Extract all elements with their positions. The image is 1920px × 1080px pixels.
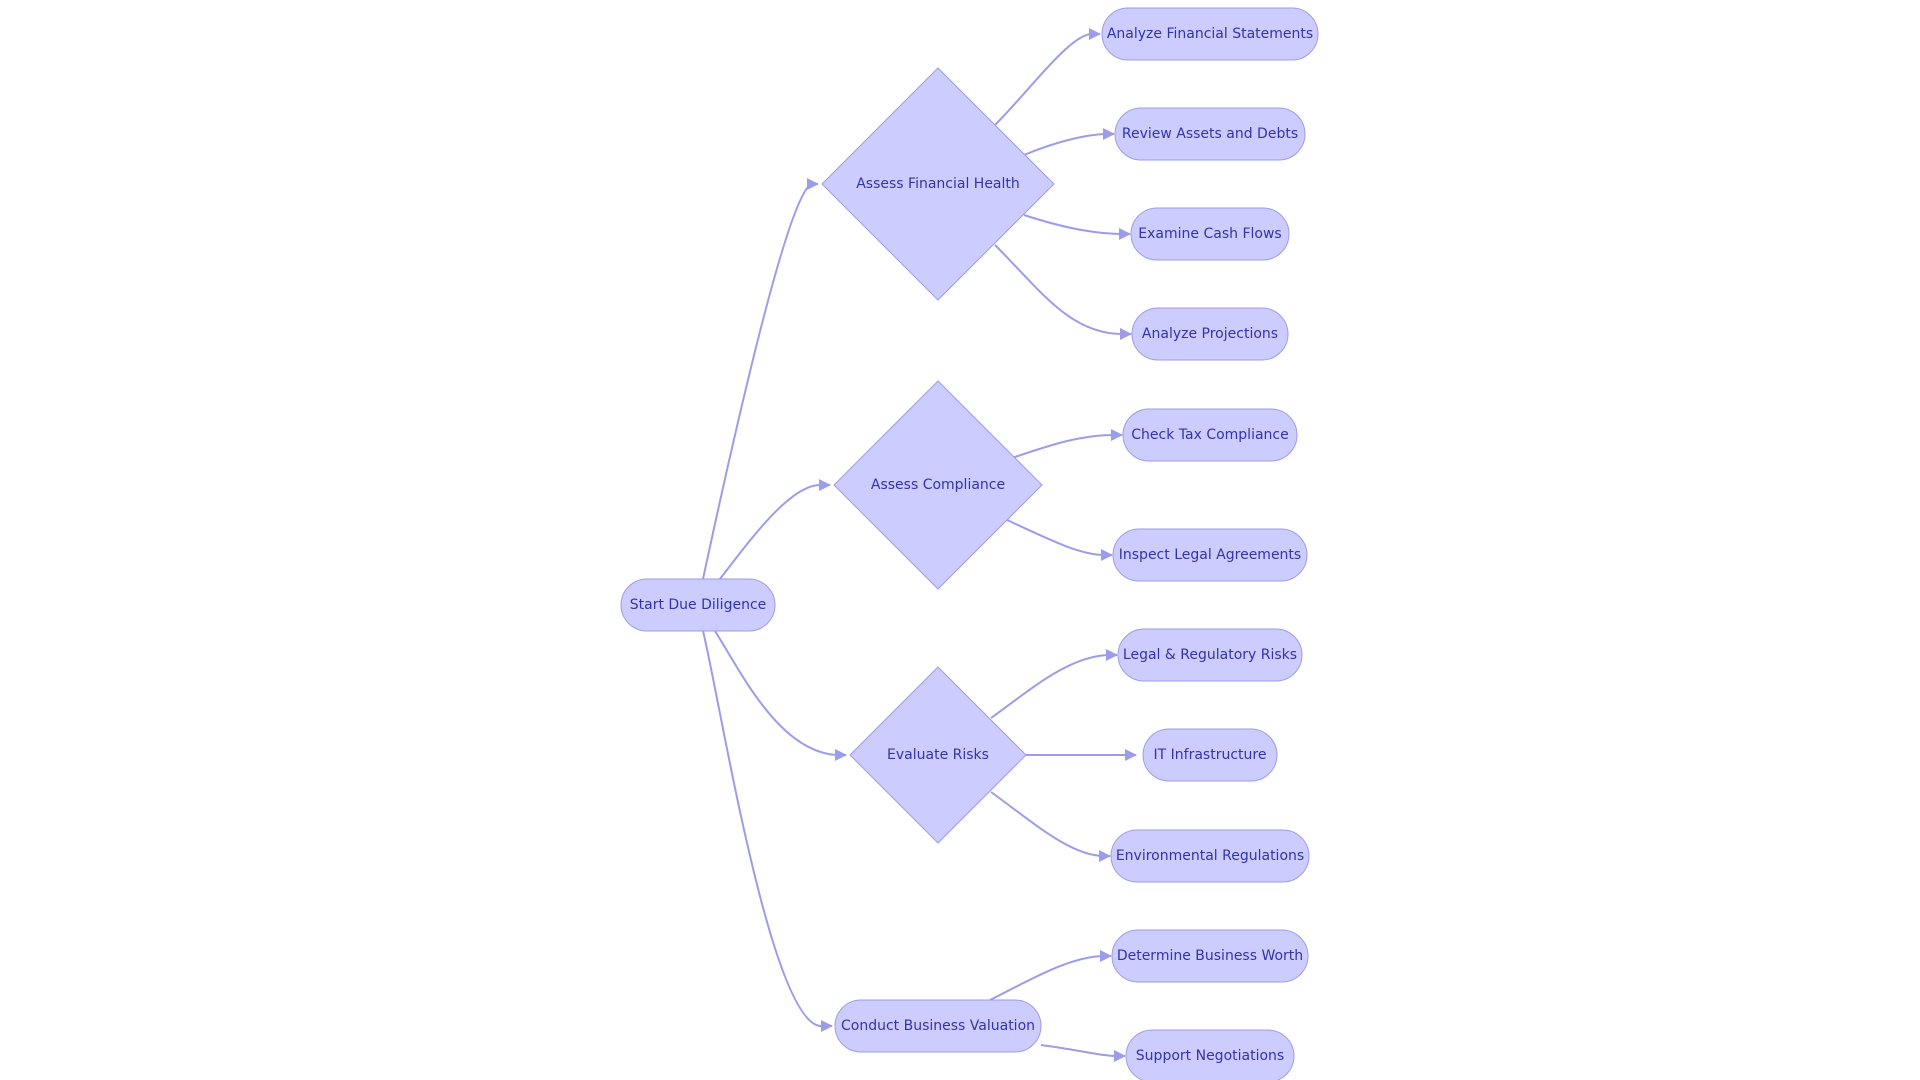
edge-start-cbv [702, 630, 833, 1032]
edge-afh-afs [994, 28, 1101, 126]
node-afs[interactable]: Analyze Financial Statements [1101, 7, 1319, 61]
node-label: Environmental Regulations [1116, 848, 1304, 864]
node-label: Examine Cash Flows [1138, 226, 1281, 242]
node-label: Inspect Legal Agreements [1119, 547, 1301, 563]
edge-cbv-sn [1040, 1044, 1126, 1062]
node-label: Start Due Diligence [630, 597, 767, 613]
edge-er-lrr [990, 649, 1118, 719]
node-lrr[interactable]: Legal & Regulatory Risks [1117, 628, 1303, 682]
node-label: Assess Compliance [871, 477, 1005, 493]
edge-start-ac [719, 479, 831, 580]
edge-cbv-dbw [989, 950, 1112, 1001]
node-label: Evaluate Risks [887, 747, 989, 763]
node-iti[interactable]: IT Infrastructure [1142, 728, 1278, 782]
node-label: Determine Business Worth [1117, 948, 1303, 964]
edge-afh-ecf [1023, 214, 1131, 240]
node-ctc[interactable]: Check Tax Compliance [1122, 408, 1298, 462]
edge-ac-ila [1004, 518, 1113, 561]
node-label: Legal & Regulatory Risks [1123, 647, 1297, 663]
node-label: Review Assets and Debts [1122, 126, 1298, 142]
node-label: Analyze Financial Statements [1107, 26, 1313, 42]
node-label: Assess Financial Health [856, 176, 1020, 192]
nodes-layer: Start Due Diligence Assess Financial Heal… [620, 7, 1319, 1080]
node-dbw[interactable]: Determine Business Worth [1111, 929, 1309, 983]
node-afh[interactable]: Assess Financial Health [821, 67, 1055, 301]
edge-afh-ap [994, 244, 1132, 340]
node-ila[interactable]: Inspect Legal Agreements [1112, 528, 1308, 582]
node-sn[interactable]: Support Negotiations [1125, 1029, 1295, 1080]
node-ecf[interactable]: Examine Cash Flows [1130, 207, 1290, 261]
node-start[interactable]: Start Due Diligence [620, 578, 776, 632]
edge-start-er [714, 630, 847, 761]
edge-er-envr [990, 791, 1111, 862]
node-cbv[interactable]: Conduct Business Valuation [834, 999, 1042, 1053]
node-er[interactable]: Evaluate Risks [849, 666, 1027, 844]
node-label: Support Negotiations [1136, 1048, 1284, 1064]
node-label: IT Infrastructure [1154, 747, 1267, 763]
node-envr[interactable]: Environmental Regulations [1110, 829, 1310, 883]
node-ac[interactable]: Assess Compliance [833, 380, 1043, 590]
node-rad[interactable]: Review Assets and Debts [1114, 107, 1306, 161]
edge-afh-rad [1023, 128, 1115, 156]
edge-start-afh [702, 178, 819, 580]
edge-ac-ctc [1011, 429, 1123, 459]
flowchart-canvas: Start Due Diligence Assess Financial Heal… [620, 7, 1319, 1080]
node-label: Check Tax Compliance [1131, 427, 1288, 443]
node-ap[interactable]: Analyze Projections [1131, 307, 1289, 361]
node-label: Analyze Projections [1142, 326, 1278, 342]
node-label: Conduct Business Valuation [841, 1018, 1035, 1034]
